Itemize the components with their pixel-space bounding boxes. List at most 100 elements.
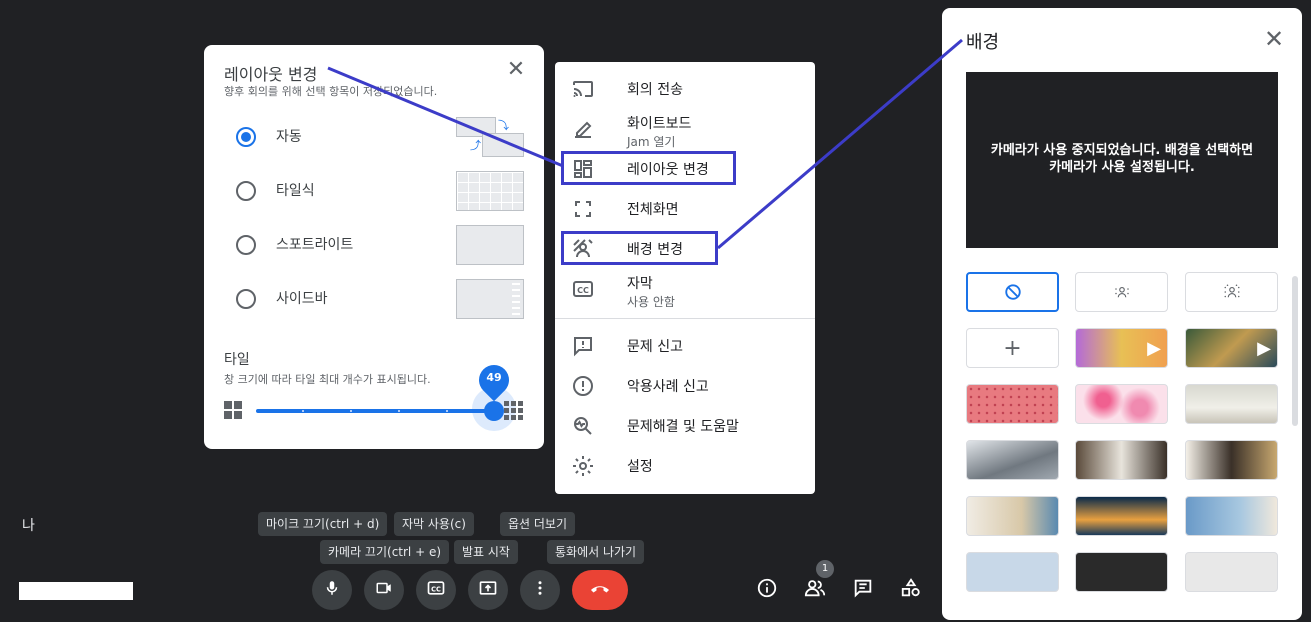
tiles-slider-track[interactable]	[256, 409, 494, 413]
captions-button[interactable]: CC	[416, 570, 456, 610]
upload-background-button[interactable]: +	[966, 328, 1059, 368]
settings-icon	[571, 454, 595, 478]
pencil-icon	[571, 117, 595, 141]
mic-tooltip: 마이크 끄기(ctrl + d)	[258, 512, 388, 536]
report-icon	[571, 374, 595, 398]
layout-dialog-title: 레이아웃 변경	[224, 65, 318, 84]
layout-tiled-thumbnail	[456, 171, 524, 211]
menu-item-troubleshoot[interactable]: 문제해결 및 도움말	[555, 406, 815, 446]
blur-icon	[1186, 273, 1277, 311]
preview-message-line1: 카메라가 사용 중지되었습니다. 배경을 선택하면	[990, 143, 1254, 158]
background-thumbnail[interactable]	[966, 496, 1059, 536]
layout-option-sidebar[interactable]: 사이드바	[236, 279, 526, 319]
troubleshoot-icon	[571, 414, 595, 438]
radio-tiled[interactable]	[236, 181, 256, 201]
tiles-description: 창 크기에 따라 타일 최대 개수가 표시됩니다.	[224, 373, 431, 386]
radio-sidebar[interactable]	[236, 289, 256, 309]
background-thumbnail[interactable]	[1185, 440, 1278, 480]
present-tooltip: 발표 시작	[454, 540, 518, 564]
menu-item-settings[interactable]: 설정	[555, 446, 815, 486]
layout-spotlight-thumbnail	[456, 225, 524, 265]
radio-auto[interactable]	[236, 127, 256, 147]
background-thumbnail[interactable]	[1185, 384, 1278, 424]
close-icon[interactable]: ✕	[1260, 26, 1288, 54]
slight-blur-button[interactable]	[1075, 272, 1168, 312]
background-panel-scrollbar[interactable]	[1292, 276, 1298, 426]
slider-value: 49	[486, 371, 502, 384]
background-thumbnail[interactable]: ▶	[1075, 328, 1168, 368]
tiles-slider-thumb[interactable]	[484, 401, 504, 421]
block-icon	[968, 274, 1057, 310]
background-thumbnail[interactable]	[966, 552, 1059, 592]
preview-message-line2: 카메라가 사용 설정됩니다.	[1049, 160, 1195, 175]
chat-icon	[852, 577, 874, 603]
blur-slight-icon	[1076, 273, 1167, 311]
shapes-icon	[900, 577, 922, 603]
menu-item-captions[interactable]: CC 자막 사용 안함	[555, 269, 815, 309]
background-thumbnail[interactable]	[1075, 440, 1168, 480]
info-icon	[756, 577, 778, 603]
menu-item-whiteboard[interactable]: 화이트보드 Jam 열기	[555, 109, 815, 149]
menu-item-cast[interactable]: 회의 전송	[555, 69, 815, 109]
self-label: 나	[22, 518, 35, 534]
phone-hangup-icon	[588, 576, 612, 604]
background-thumbnail[interactable]	[1075, 496, 1168, 536]
background-thumbnail[interactable]	[966, 440, 1059, 480]
tiles-label: 타일	[224, 352, 250, 368]
chat-button[interactable]	[849, 576, 877, 604]
play-icon: ▶	[1257, 337, 1271, 359]
present-button[interactable]	[468, 570, 508, 610]
camera-tooltip: 카메라 끄기(ctrl + e)	[320, 540, 450, 564]
leave-call-button[interactable]	[572, 570, 628, 610]
menu-item-report-problem[interactable]: 문제 신고	[555, 326, 815, 366]
feedback-icon	[571, 334, 595, 358]
meeting-info-button[interactable]	[753, 576, 781, 604]
no-background-button[interactable]	[966, 272, 1059, 312]
blur-background-button[interactable]	[1185, 272, 1278, 312]
more-options-button[interactable]	[520, 570, 560, 610]
self-name-box	[19, 582, 133, 600]
layout-dialog: 레이아웃 변경 향후 회의를 위해 선택 항목이 저장되었습니다. ✕ 자동 ⤵…	[204, 45, 544, 449]
highlight-change-layout	[561, 151, 736, 185]
captions-icon: CC	[426, 578, 446, 602]
camera-icon	[375, 579, 393, 601]
layout-auto-thumbnail: ⤵ ⤴	[456, 117, 524, 157]
menu-divider	[555, 318, 815, 319]
layout-option-tiled[interactable]: 타일식	[236, 171, 526, 211]
background-panel-title: 배경	[966, 32, 1000, 53]
people-icon	[803, 577, 827, 603]
svg-text:CC: CC	[577, 286, 589, 295]
layout-option-spotlight[interactable]: 스포트라이트	[236, 225, 526, 265]
camera-preview: 카메라가 사용 중지되었습니다. 배경을 선택하면 카메라가 사용 설정됩니다.	[966, 72, 1278, 248]
camera-button[interactable]	[364, 570, 404, 610]
layout-option-label: 타일식	[276, 183, 315, 199]
layout-option-auto[interactable]: 자동 ⤵ ⤴	[236, 117, 526, 157]
leave-tooltip: 통화에서 나가기	[547, 540, 645, 564]
close-icon[interactable]: ✕	[504, 59, 528, 83]
present-icon	[478, 578, 498, 602]
mic-icon	[323, 579, 341, 601]
menu-item-fullscreen[interactable]: 전체화면	[555, 189, 815, 229]
people-button[interactable]	[801, 576, 829, 604]
mic-button[interactable]	[312, 570, 352, 610]
layout-option-label: 사이드바	[276, 291, 328, 307]
layout-dialog-subtitle: 향후 회의를 위해 선택 항목이 저장되었습니다.	[224, 85, 438, 98]
background-thumbnail[interactable]	[1075, 552, 1168, 592]
background-thumbnail[interactable]	[966, 384, 1059, 424]
menu-item-report-abuse[interactable]: 악용사례 신고	[555, 366, 815, 406]
fullscreen-icon	[571, 197, 595, 221]
highlight-change-background	[561, 231, 718, 265]
more-vert-icon	[531, 579, 549, 601]
grid-small-icon	[224, 401, 244, 421]
plus-icon: +	[1003, 335, 1022, 361]
radio-spotlight[interactable]	[236, 235, 256, 255]
background-thumbnail[interactable]	[1185, 496, 1278, 536]
background-thumbnail[interactable]	[1075, 384, 1168, 424]
layout-sidebar-thumbnail	[456, 279, 524, 319]
background-panel: 배경 ✕ 카메라가 사용 중지되었습니다. 배경을 선택하면 카메라가 사용 설…	[942, 8, 1302, 620]
background-thumbnail[interactable]: ▶	[1185, 328, 1278, 368]
activities-button[interactable]	[897, 576, 925, 604]
background-thumbnail[interactable]	[1185, 552, 1278, 592]
more-options-menu: 회의 전송 화이트보드 Jam 열기 레이아웃 변경 전체화면 배경 변경 CC…	[555, 62, 815, 494]
play-icon: ▶	[1147, 337, 1161, 359]
